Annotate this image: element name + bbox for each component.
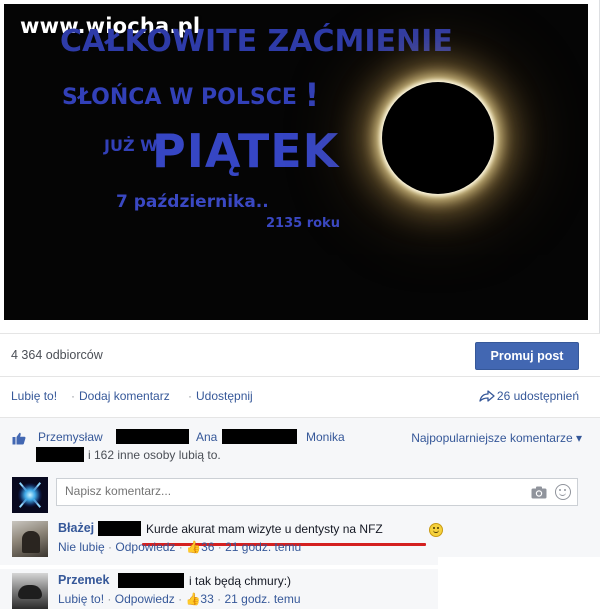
avatar-figure (18, 585, 42, 599)
dislike-link[interactable]: Nie lubię (58, 540, 105, 554)
liker-name-2[interactable]: Ana (196, 430, 217, 444)
action-separator: · (71, 389, 75, 403)
shares-count-link[interactable]: 26 udostępnień (479, 389, 579, 403)
share-arrow-icon (479, 390, 495, 402)
likes-summary: Przemysław Ana Monika i 162 inne osoby l… (0, 417, 600, 473)
like-count-value: 33 (200, 592, 214, 606)
comment-like-count[interactable]: 👍36 (186, 540, 214, 554)
comment-text: i tak będą chmury:) (189, 574, 292, 588)
comment-meta: Nie lubię · Odpowiedz · 👍36 · 21 godz. t… (58, 540, 301, 554)
current-user-avatar[interactable] (12, 477, 48, 513)
small-thumbs-up-icon: 👍 (185, 592, 201, 606)
redaction-bar (116, 429, 189, 444)
solar-eclipse-image (382, 82, 494, 194)
comment-meta: Lubię to! · Odpowiedz · 👍33 · 21 godz. t… (58, 592, 301, 606)
reach-count: 4 364 odbiorców (11, 348, 103, 362)
banner-year: 2135 roku (266, 216, 340, 231)
banner-subheadline-text: SŁOŃCA W POLSCE (62, 85, 297, 110)
redaction-bar (222, 429, 297, 444)
comment-timestamp[interactable]: 21 godz. temu (225, 540, 301, 554)
white-overlay-patch (438, 557, 600, 609)
comment-timestamp[interactable]: 21 godz. temu (224, 592, 300, 606)
commenter-avatar[interactable] (12, 573, 48, 609)
banner-piatek: PIĄTEK (152, 124, 340, 178)
banner-exclamation: ! (304, 76, 320, 114)
comment-text: Kurde akurat mam wizyte u dentysty na NF… (146, 522, 383, 536)
post-stats-row: 4 364 odbiorców Promuj post (0, 333, 600, 377)
comment-composer (0, 473, 600, 517)
comment-sort-dropdown[interactable]: Najpopularniejsze komentarze ▾ (411, 431, 582, 445)
emoji-picker-icon[interactable] (555, 484, 571, 500)
action-separator: · (188, 389, 192, 403)
post-image[interactable]: www.wiocha.pl CAŁKOWITE ZAĆMIENIE SŁOŃCA… (4, 4, 588, 320)
reply-link[interactable]: Odpowiedz (115, 592, 175, 606)
thumbs-up-icon (12, 432, 26, 445)
smile-emoji-icon (429, 523, 443, 537)
reply-link[interactable]: Odpowiedz (115, 540, 175, 554)
share-link[interactable]: Udostępnij (196, 389, 253, 403)
commenter-avatar[interactable] (12, 521, 48, 557)
redaction-bar (98, 521, 141, 536)
banner-headline: CAŁKOWITE ZAĆMIENIE (60, 24, 453, 59)
meta-separator: · (178, 592, 183, 606)
avatar-figure (22, 531, 40, 553)
post-actions-row: Lubię to! · Dodaj komentarz · Udostępnij… (0, 377, 600, 417)
banner-date: 7 października.. (116, 192, 269, 212)
promote-post-button[interactable]: Promuj post (475, 342, 579, 370)
avatar-star (18, 483, 42, 507)
small-thumbs-up-icon: 👍 (186, 540, 202, 554)
banner-juz-w: JUŻ W (104, 136, 158, 155)
like-link[interactable]: Lubię to! (58, 592, 104, 606)
meta-separator: · (217, 540, 222, 554)
commenter-name[interactable]: Przemek (58, 573, 109, 587)
commenter-name[interactable]: Błażej (58, 521, 94, 535)
meta-separator: · (108, 540, 113, 554)
camera-icon[interactable] (531, 486, 547, 499)
redaction-bar (118, 573, 184, 588)
other-likers-text[interactable]: i 162 inne osoby lubią to. (88, 448, 221, 462)
meta-separator: · (107, 592, 112, 606)
meta-separator: · (178, 540, 183, 554)
comment-like-count[interactable]: 👍33 (185, 592, 213, 606)
redaction-bar (36, 447, 84, 462)
shares-count-text: 26 udostępnień (496, 389, 579, 403)
banner-subheadline: SŁOŃCA W POLSCE ! (62, 76, 319, 114)
meta-separator: · (217, 592, 222, 606)
facebook-post: www.wiocha.pl CAŁKOWITE ZAĆMIENIE SŁOŃCA… (0, 0, 600, 609)
liker-name-3[interactable]: Monika (306, 430, 345, 444)
like-link[interactable]: Lubię to! (11, 389, 57, 403)
liker-name-1[interactable]: Przemysław (38, 430, 103, 444)
add-comment-link[interactable]: Dodaj komentarz (79, 389, 170, 403)
like-count-value: 36 (201, 540, 215, 554)
comment-input-box[interactable] (56, 478, 578, 506)
comment-input[interactable] (65, 484, 505, 498)
